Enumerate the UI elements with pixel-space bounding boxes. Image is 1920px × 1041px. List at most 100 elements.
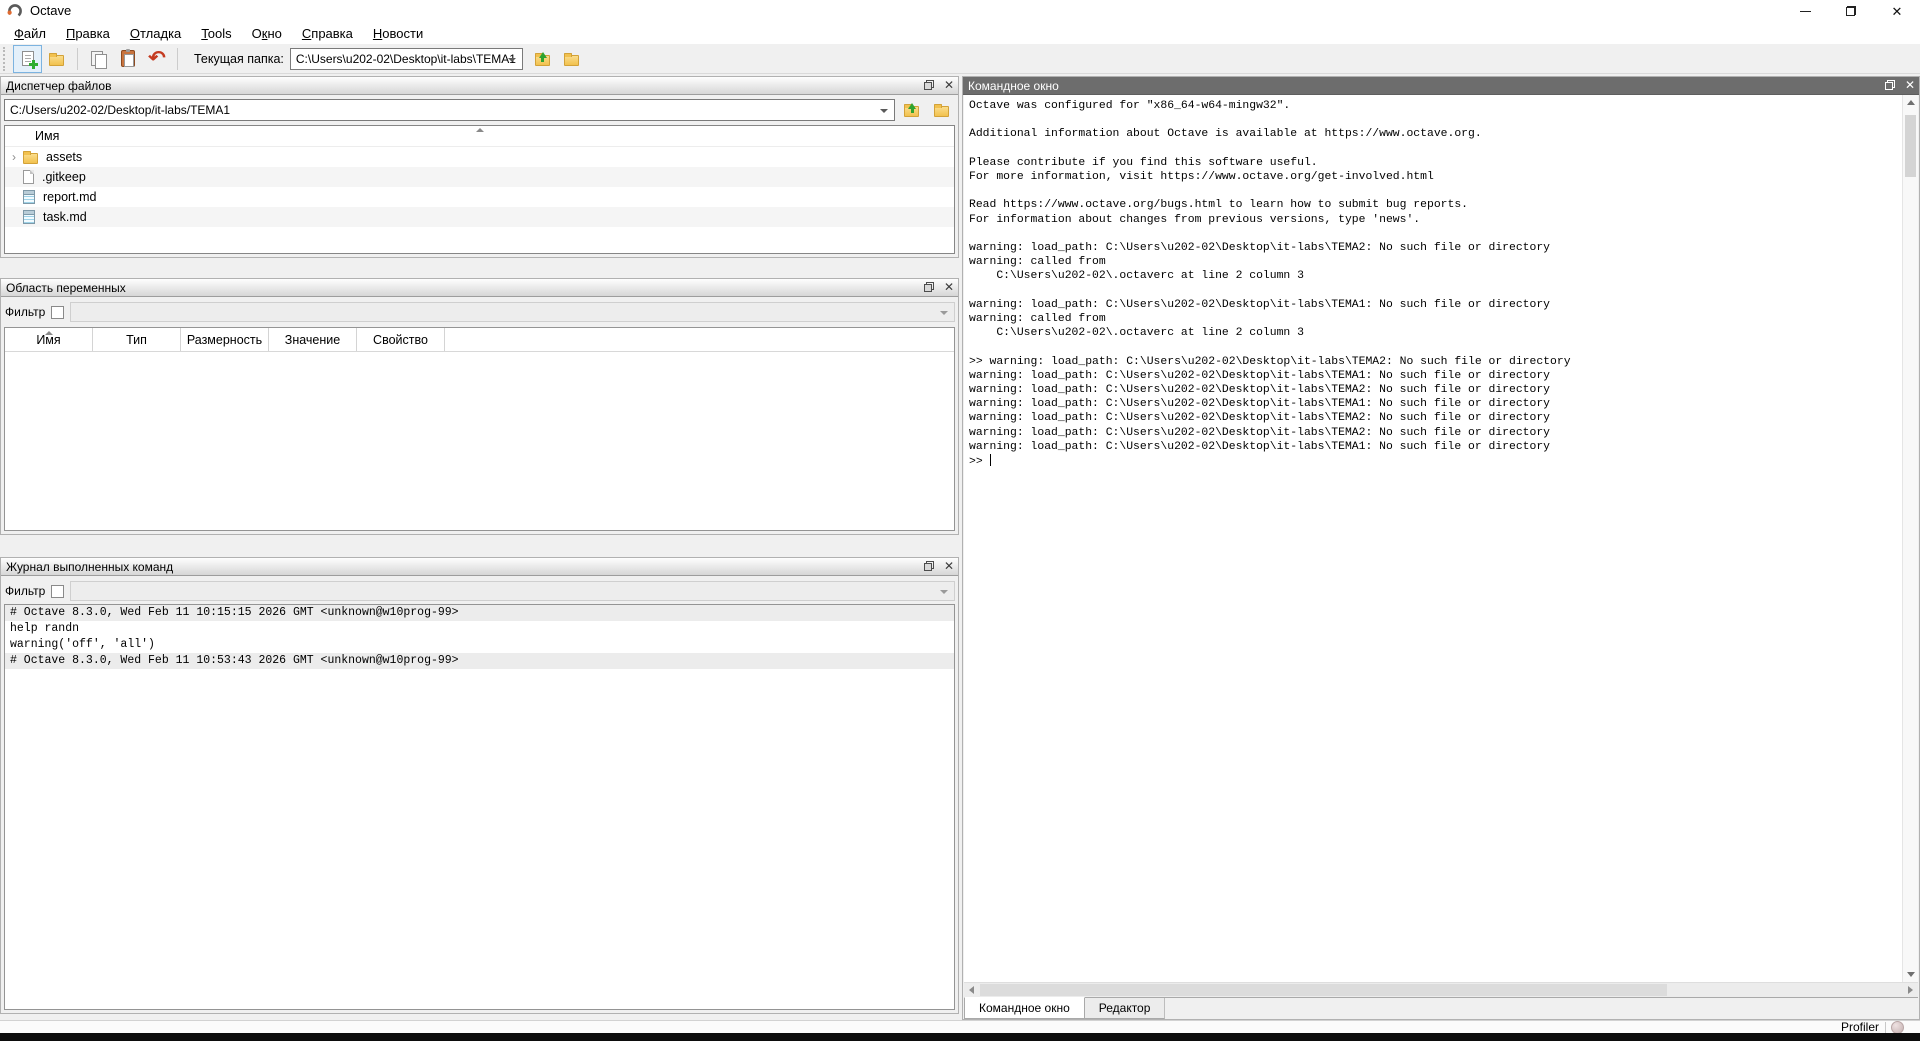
new-script-button[interactable] bbox=[14, 46, 41, 72]
undock-panel-icon[interactable] bbox=[924, 561, 934, 571]
terminal-line: warning: load_path: C:\Users\u202-02\Des… bbox=[969, 241, 1902, 255]
directory-up-button[interactable] bbox=[529, 46, 556, 72]
terminal-line: Read https://www.octave.org/bugs.html to… bbox=[969, 198, 1902, 212]
column-label: Тип bbox=[126, 333, 147, 347]
restore-button[interactable] bbox=[1828, 0, 1874, 22]
menu-window[interactable]: Окно bbox=[242, 24, 292, 43]
command-window-titlebar[interactable]: Командное окно ✕ bbox=[963, 77, 1919, 95]
expand-chevron-icon[interactable]: › bbox=[5, 150, 23, 164]
history-entry[interactable]: # Octave 8.3.0, Wed Feb 11 10:15:15 2026… bbox=[5, 605, 954, 621]
current-folder-label: Текущая папка: bbox=[194, 52, 284, 66]
toolbar-drag-handle[interactable] bbox=[3, 47, 8, 71]
file-browser-title: Диспетчер файлов bbox=[6, 79, 111, 93]
tab-command-window[interactable]: Командное окно bbox=[964, 997, 1085, 1019]
menu-help[interactable]: Справка bbox=[292, 24, 363, 43]
close-panel-icon[interactable]: ✕ bbox=[944, 80, 954, 90]
menu-label-pre: О bbox=[252, 26, 262, 41]
scroll-down-icon[interactable] bbox=[1907, 972, 1915, 977]
file-name: report.md bbox=[43, 190, 97, 204]
file-name: .gitkeep bbox=[42, 170, 86, 184]
scroll-right-icon[interactable] bbox=[1908, 986, 1913, 994]
file-row[interactable]: ›assets bbox=[5, 147, 954, 167]
history-filter-checkbox[interactable] bbox=[51, 585, 64, 598]
undock-panel-icon[interactable] bbox=[924, 282, 934, 292]
window-title: Octave bbox=[30, 3, 71, 18]
close-panel-icon[interactable]: ✕ bbox=[944, 282, 954, 292]
column-label: Свойство bbox=[373, 333, 428, 347]
file-browser-titlebar[interactable]: Диспетчер файлов ✕ bbox=[1, 77, 958, 95]
undock-panel-icon[interactable] bbox=[924, 80, 934, 90]
file-row[interactable]: .gitkeep bbox=[5, 167, 954, 187]
file-browser-sync-button[interactable] bbox=[928, 99, 955, 121]
paste-button[interactable] bbox=[114, 46, 141, 72]
octave-logo-icon bbox=[7, 3, 23, 19]
menu-label-post: тладка bbox=[140, 26, 181, 41]
history-list: # Octave 8.3.0, Wed Feb 11 10:15:15 2026… bbox=[4, 604, 955, 1010]
close-button[interactable]: ✕ bbox=[1874, 0, 1920, 22]
profiler-toggle[interactable]: Profiler bbox=[1841, 1020, 1879, 1034]
undock-panel-icon[interactable] bbox=[1885, 80, 1895, 90]
history-entry[interactable]: warning('off', 'all') bbox=[5, 637, 954, 653]
workspace-table: Имя Тип РазмерностьЗначение Свойство bbox=[4, 327, 955, 531]
copy-button[interactable] bbox=[85, 46, 112, 72]
undo-button[interactable]: ↶ bbox=[143, 46, 170, 72]
workspace-filter-checkbox[interactable] bbox=[51, 306, 64, 319]
terminal-line: warning: load_path: C:\Users\u202-02\Des… bbox=[969, 411, 1902, 425]
browse-directory-button[interactable] bbox=[558, 46, 585, 72]
horizontal-scrollbar[interactable] bbox=[964, 982, 1918, 997]
open-file-button[interactable] bbox=[43, 46, 70, 72]
menu-edit[interactable]: Правка bbox=[56, 24, 120, 43]
tab-editor[interactable]: Редактор bbox=[1085, 998, 1166, 1019]
undo-icon: ↶ bbox=[148, 49, 166, 68]
workspace-column-1[interactable]: Имя bbox=[5, 328, 93, 351]
menu-tools[interactable]: Tools bbox=[191, 24, 241, 43]
vertical-scrollbar[interactable] bbox=[1902, 95, 1918, 982]
terminal-line bbox=[969, 113, 1902, 127]
notes-icon bbox=[23, 210, 35, 224]
history-filter-label: Фильтр bbox=[5, 584, 45, 598]
menu-debug[interactable]: Отладка bbox=[120, 24, 191, 43]
file-browser-up-button[interactable] bbox=[898, 99, 925, 121]
current-folder-combobox[interactable]: C:\Users\u202-02\Desktop\it-labs\TEMA1 bbox=[290, 48, 523, 70]
terminal-line: warning: load_path: C:\Users\u202-02\Des… bbox=[969, 298, 1902, 312]
browse-folder-icon bbox=[564, 55, 579, 66]
close-panel-icon[interactable]: ✕ bbox=[1905, 80, 1915, 90]
scroll-left-icon[interactable] bbox=[969, 986, 974, 994]
workspace-table-header: Имя Тип РазмерностьЗначение Свойство bbox=[5, 328, 954, 352]
history-filter-combobox[interactable] bbox=[70, 581, 955, 601]
file-list-header[interactable]: Имя bbox=[5, 126, 954, 147]
minimize-icon bbox=[1800, 11, 1811, 12]
profiler-status-icon[interactable] bbox=[1891, 1021, 1904, 1034]
workspace-column-4[interactable]: Значение bbox=[269, 328, 357, 351]
menu-news[interactable]: Новости bbox=[363, 24, 433, 43]
history-entry[interactable]: # Octave 8.3.0, Wed Feb 11 10:53:43 2026… bbox=[5, 653, 954, 669]
scrollbar-thumb[interactable] bbox=[1905, 115, 1916, 177]
file-row[interactable]: task.md bbox=[5, 207, 954, 227]
minimize-button[interactable] bbox=[1782, 0, 1828, 22]
scroll-up-icon[interactable] bbox=[1907, 100, 1915, 105]
menu-label-post: овости bbox=[382, 26, 423, 41]
window-titlebar[interactable]: Octave ✕ bbox=[0, 0, 1920, 22]
workspace-column-5[interactable]: Свойство bbox=[357, 328, 445, 351]
file-name: task.md bbox=[43, 210, 87, 224]
close-icon: ✕ bbox=[1892, 5, 1903, 18]
terminal-output[interactable]: Octave was configured for "x86_64-w64-mi… bbox=[964, 95, 1902, 982]
workspace-title: Область переменных bbox=[6, 281, 126, 295]
history-entry[interactable]: help randn bbox=[5, 621, 954, 637]
menu-file[interactable]: Файл bbox=[4, 24, 56, 43]
workspace-filter-combobox[interactable] bbox=[70, 302, 955, 322]
statusbar-separator bbox=[1885, 1022, 1886, 1033]
restore-icon bbox=[1846, 6, 1856, 16]
workspace-titlebar[interactable]: Область переменных ✕ bbox=[1, 279, 958, 297]
paste-icon bbox=[121, 50, 135, 67]
terminal-line: For information about changes from previ… bbox=[969, 213, 1902, 227]
workspace-column-3[interactable]: Размерность bbox=[181, 328, 269, 351]
history-titlebar[interactable]: Журнал выполненных команд ✕ bbox=[1, 558, 958, 576]
workspace-column-2[interactable]: Тип bbox=[93, 328, 181, 351]
scrollbar-thumb[interactable] bbox=[980, 984, 1667, 996]
close-panel-icon[interactable]: ✕ bbox=[944, 561, 954, 571]
file-row[interactable]: report.md bbox=[5, 187, 954, 207]
menu-label-accel: Н bbox=[373, 26, 382, 41]
file-browser-path-combobox[interactable]: C:/Users/u202-02/Desktop/it-labs/TEMA1 bbox=[4, 99, 895, 121]
terminal-line: warning: load_path: C:\Users\u202-02\Des… bbox=[969, 397, 1902, 411]
